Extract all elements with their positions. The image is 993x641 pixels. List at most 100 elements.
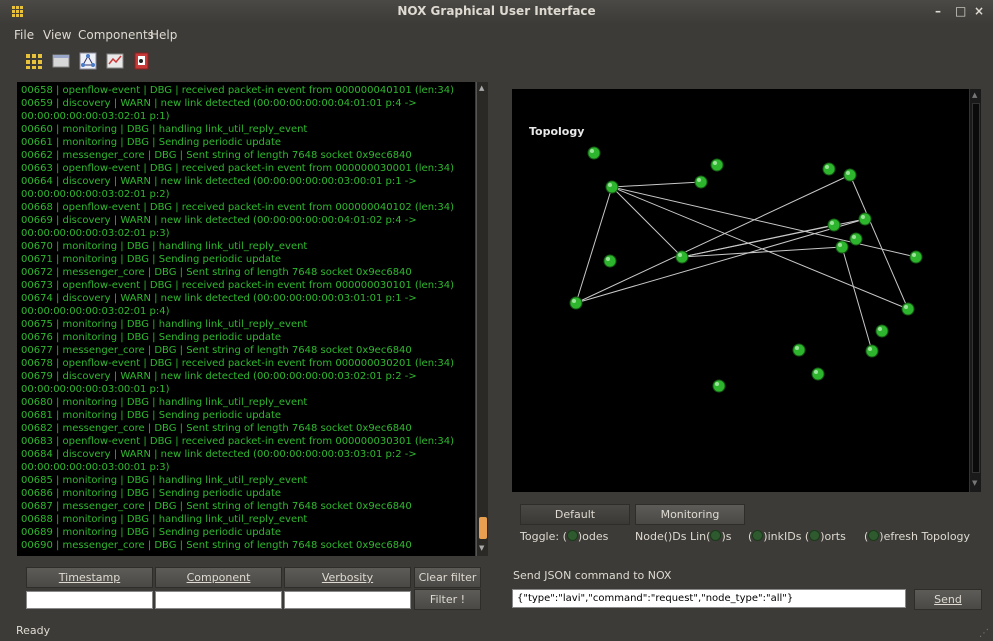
topology-canvas[interactable] (512, 89, 969, 492)
log-line: 00677 | messenger_core | DBG | Sent stri… (21, 345, 412, 356)
menu-bar: File View Components Help (0, 24, 993, 44)
clear-filter-button[interactable]: Clear filter (414, 567, 481, 588)
toggle-ports-label: )orts (820, 530, 846, 543)
topology-node[interactable] (603, 254, 617, 268)
topology-node[interactable] (827, 218, 841, 232)
topology-node[interactable] (710, 158, 724, 172)
log-line: 00668 | openflow-event | DBG | received … (21, 202, 455, 213)
topology-node[interactable] (901, 302, 915, 316)
log-line: 00671 | monitoring | DBG | Sending perio… (21, 254, 282, 265)
log-line: 00680 | monitoring | DBG | handling link… (21, 397, 308, 408)
topology-scroll-down-icon[interactable]: ▼ (972, 479, 977, 487)
toggle-link-ids-radio[interactable] (752, 530, 764, 541)
verbosity-button[interactable]: Verbosity (284, 567, 411, 588)
topology-node[interactable] (605, 180, 619, 194)
minimize-button[interactable]: – (935, 4, 941, 18)
default-view-button[interactable]: Default (520, 504, 630, 525)
menu-view[interactable]: View (43, 28, 71, 42)
topology-node[interactable] (587, 146, 601, 160)
log-line: 00676 | monitoring | DBG | Sending perio… (21, 332, 282, 343)
topology-node[interactable] (712, 379, 726, 393)
log-scrollbar[interactable]: ▲ ▼ (476, 82, 488, 556)
topology-scrollbar[interactable]: ▲ ▼ (969, 89, 981, 492)
log-line: 00:00:00:00:00:03:02:01 p:1) (21, 111, 170, 122)
topology-node[interactable] (811, 367, 825, 381)
topology-scroll-thumb[interactable] (972, 103, 980, 473)
toggle-node-ids-label-c: )s (721, 530, 732, 543)
close-button[interactable]: × (974, 4, 984, 18)
log-line: 00689 | monitoring | DBG | Sending perio… (21, 527, 282, 538)
topology-node[interactable] (792, 343, 806, 357)
toggle-link-ids-label: inkIDs ( (767, 530, 810, 543)
log-line: 00683 | openflow-event | DBG | received … (21, 436, 455, 447)
topology-node[interactable] (675, 250, 689, 264)
toggle-node-ids-label-a: Node( (635, 530, 668, 543)
log-line: 00:00:00:00:00:03:02:01 p:4) (21, 306, 170, 317)
components-icon[interactable] (25, 52, 43, 70)
topology-node[interactable] (858, 212, 872, 226)
log-line: 00690 | messenger_core | DBG | Sent stri… (21, 540, 412, 551)
toggle-nodes[interactable]: Toggle: ()odes (520, 530, 608, 543)
log-line: 00660 | monitoring | DBG | handling link… (21, 124, 308, 135)
component-filter-input[interactable] (155, 591, 282, 609)
log-scroll-thumb[interactable] (479, 517, 487, 539)
send-button-label: Send (934, 593, 962, 606)
topology-node[interactable] (569, 296, 583, 310)
topology-node[interactable] (843, 168, 857, 182)
refresh-topology-label: efresh Topology (883, 530, 971, 543)
topology-link (611, 181, 702, 188)
monitor-icon[interactable] (106, 52, 124, 70)
scroll-down-icon[interactable]: ▼ (479, 544, 484, 552)
topology-node[interactable] (875, 324, 889, 338)
topology-link (575, 186, 613, 304)
timestamp-button[interactable]: Timestamp (26, 567, 153, 588)
exit-icon[interactable] (133, 52, 151, 70)
toggle-links-radio[interactable] (710, 530, 722, 541)
verbosity-filter-input[interactable] (284, 591, 411, 609)
maximize-button[interactable]: □ (955, 4, 966, 18)
log-line: 00:00:00:00:00:03:00:01 p:1) (21, 384, 170, 395)
json-command-input[interactable]: {"type":"lavi","command":"request","node… (512, 589, 906, 608)
console-icon[interactable] (52, 52, 70, 70)
toggle-link-ids[interactable]: ()inkIDs ()orts (748, 530, 846, 543)
log-console[interactable]: 00658 | openflow-event | DBG | received … (17, 82, 475, 556)
toggle-nodes-radio[interactable] (566, 530, 578, 541)
title-bar[interactable]: NOX Graphical User Interface – □ × (0, 0, 993, 24)
log-line: 00687 | messenger_core | DBG | Sent stri… (21, 501, 412, 512)
menu-components[interactable]: Components (78, 28, 154, 42)
send-button[interactable]: Send (914, 589, 982, 610)
resize-grip-icon[interactable]: ⋰ (979, 628, 989, 639)
topology-node[interactable] (865, 344, 879, 358)
filter-button[interactable]: Filter ! (414, 589, 481, 610)
monitoring-view-button[interactable]: Monitoring (635, 504, 745, 525)
topology-node[interactable] (694, 175, 708, 189)
log-line: 00675 | monitoring | DBG | handling link… (21, 319, 308, 330)
component-button[interactable]: Component (155, 567, 282, 588)
log-line: 00688 | monitoring | DBG | handling link… (21, 514, 308, 525)
topology-node[interactable] (909, 250, 923, 264)
scroll-up-icon[interactable]: ▲ (479, 84, 484, 92)
topology-link (611, 186, 683, 258)
topology-view[interactable]: Topology ▲ ▼ (512, 89, 981, 492)
menu-help[interactable]: Help (150, 28, 177, 42)
topology-scroll-up-icon[interactable]: ▲ (972, 91, 977, 99)
topology-node[interactable] (849, 232, 863, 246)
topology-icon[interactable] (79, 52, 97, 70)
topology-node[interactable] (822, 162, 836, 176)
toggle-node-ids[interactable]: Node()Ds Lin()s (635, 530, 731, 543)
toggle-ports-radio[interactable] (809, 530, 821, 541)
refresh-topology-radio[interactable] (868, 530, 880, 541)
log-line: 00681 | monitoring | DBG | Sending perio… (21, 410, 282, 421)
menu-file[interactable]: File (14, 28, 34, 42)
log-line: 00664 | discovery | WARN | new link dete… (21, 176, 417, 187)
log-line: 00661 | monitoring | DBG | Sending perio… (21, 137, 282, 148)
log-line: 00663 | openflow-event | DBG | received … (21, 163, 455, 174)
status-text: Ready (16, 624, 51, 637)
log-line: 00673 | openflow-event | DBG | received … (21, 280, 455, 291)
topology-node[interactable] (835, 240, 849, 254)
toggle-refresh-topology[interactable]: ()efresh Topology (864, 530, 970, 543)
log-line: 00:00:00:00:00:03:02:01 p:2) (21, 189, 170, 200)
log-line: 00670 | monitoring | DBG | handling link… (21, 241, 308, 252)
timestamp-filter-input[interactable] (26, 591, 153, 609)
log-line: 00658 | openflow-event | DBG | received … (21, 85, 455, 96)
